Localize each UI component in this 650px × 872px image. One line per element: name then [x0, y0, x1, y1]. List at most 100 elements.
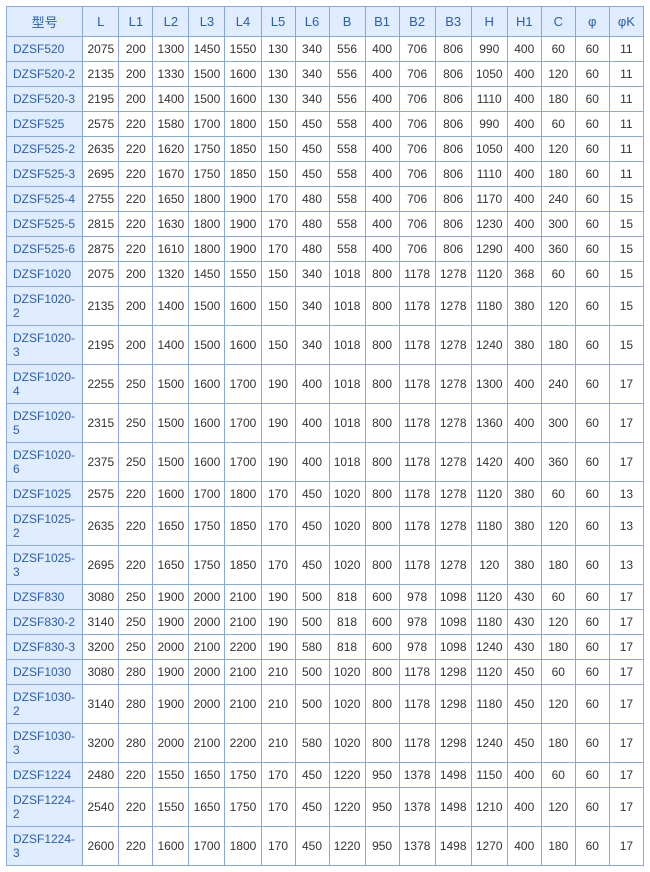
value-cell: 3080 [83, 660, 119, 685]
value-cell: 800 [365, 660, 399, 685]
value-cell: 210 [261, 724, 295, 763]
value-cell: 2000 [189, 660, 225, 685]
value-cell: 1278 [435, 507, 471, 546]
value-cell: 556 [329, 62, 365, 87]
value-cell: 1500 [153, 365, 189, 404]
value-cell: 1750 [189, 162, 225, 187]
value-cell: 1178 [399, 287, 435, 326]
model-cell: DZSF1020-2 [7, 287, 83, 326]
value-cell: 400 [507, 443, 541, 482]
table-row: DZSF1030-3320028020002100220021058010208… [7, 724, 644, 763]
model-cell: DZSF520-2 [7, 62, 83, 87]
value-cell: 200 [119, 262, 153, 287]
value-cell: 60 [541, 482, 575, 507]
value-cell: 430 [507, 585, 541, 610]
value-cell: 1298 [435, 660, 471, 685]
value-cell: 250 [119, 585, 153, 610]
value-cell: 150 [261, 262, 295, 287]
value-cell: 1700 [225, 365, 261, 404]
value-cell: 1220 [329, 827, 365, 866]
value-cell: 1018 [329, 443, 365, 482]
value-cell: 200 [119, 37, 153, 62]
table-row: DZSF525-32695220167017501850150450558400… [7, 162, 644, 187]
value-cell: 380 [507, 482, 541, 507]
value-cell: 800 [365, 443, 399, 482]
value-cell: 1700 [225, 443, 261, 482]
value-cell: 2540 [83, 788, 119, 827]
model-cell: DZSF1030-2 [7, 685, 83, 724]
value-cell: 170 [261, 507, 295, 546]
col-header-9: B1 [365, 7, 399, 37]
value-cell: 60 [575, 112, 609, 137]
value-cell: 558 [329, 187, 365, 212]
model-cell: DZSF1224-3 [7, 827, 83, 866]
value-cell: 1178 [399, 724, 435, 763]
value-cell: 1900 [153, 660, 189, 685]
value-cell: 1750 [189, 507, 225, 546]
model-cell: DZSF520-3 [7, 87, 83, 112]
value-cell: 1278 [435, 262, 471, 287]
value-cell: 1450 [189, 262, 225, 287]
col-header-11: B3 [435, 7, 471, 37]
table-row: DZSF525-62875220161018001900170480558400… [7, 237, 644, 262]
value-cell: 706 [399, 187, 435, 212]
value-cell: 240 [541, 365, 575, 404]
value-cell: 180 [541, 724, 575, 763]
value-cell: 380 [507, 507, 541, 546]
col-header-6: L5 [261, 7, 295, 37]
table-row: DZSF1224-3260022016001700180017045012209… [7, 827, 644, 866]
value-cell: 950 [365, 788, 399, 827]
value-cell: 1180 [471, 287, 507, 326]
value-cell: 1120 [471, 585, 507, 610]
value-cell: 1098 [435, 610, 471, 635]
value-cell: 250 [119, 610, 153, 635]
value-cell: 60 [575, 87, 609, 112]
value-cell: 1700 [189, 112, 225, 137]
value-cell: 170 [261, 546, 295, 585]
value-cell: 220 [119, 162, 153, 187]
value-cell: 990 [471, 37, 507, 62]
value-cell: 220 [119, 763, 153, 788]
value-cell: 190 [261, 635, 295, 660]
value-cell: 1800 [225, 482, 261, 507]
value-cell: 1400 [153, 287, 189, 326]
value-cell: 450 [507, 660, 541, 685]
value-cell: 11 [609, 62, 643, 87]
model-cell: DZSF1030-3 [7, 724, 83, 763]
value-cell: 17 [609, 827, 643, 866]
value-cell: 280 [119, 724, 153, 763]
value-cell: 558 [329, 212, 365, 237]
value-cell: 1400 [153, 326, 189, 365]
value-cell: 806 [435, 112, 471, 137]
value-cell: 60 [575, 326, 609, 365]
value-cell: 340 [295, 262, 329, 287]
value-cell: 1610 [153, 237, 189, 262]
table-row: DZSF102020752001320145015501503401018800… [7, 262, 644, 287]
value-cell: 150 [261, 112, 295, 137]
value-cell: 450 [295, 507, 329, 546]
value-cell: 1178 [399, 507, 435, 546]
value-cell: 1230 [471, 212, 507, 237]
value-cell: 1018 [329, 326, 365, 365]
value-cell: 11 [609, 137, 643, 162]
value-cell: 2075 [83, 262, 119, 287]
col-header-16: φK [609, 7, 643, 37]
value-cell: 1750 [189, 137, 225, 162]
value-cell: 1378 [399, 763, 435, 788]
value-cell: 60 [575, 763, 609, 788]
value-cell: 1500 [189, 287, 225, 326]
value-cell: 2200 [225, 635, 261, 660]
value-cell: 806 [435, 37, 471, 62]
value-cell: 800 [365, 262, 399, 287]
col-header-8: B [329, 7, 365, 37]
value-cell: 600 [365, 585, 399, 610]
model-cell: DZSF525-5 [7, 212, 83, 237]
value-cell: 1600 [189, 365, 225, 404]
value-cell: 558 [329, 137, 365, 162]
value-cell: 60 [575, 546, 609, 585]
value-cell: 17 [609, 788, 643, 827]
value-cell: 1020 [329, 685, 365, 724]
value-cell: 1210 [471, 788, 507, 827]
value-cell: 220 [119, 237, 153, 262]
value-cell: 3140 [83, 610, 119, 635]
